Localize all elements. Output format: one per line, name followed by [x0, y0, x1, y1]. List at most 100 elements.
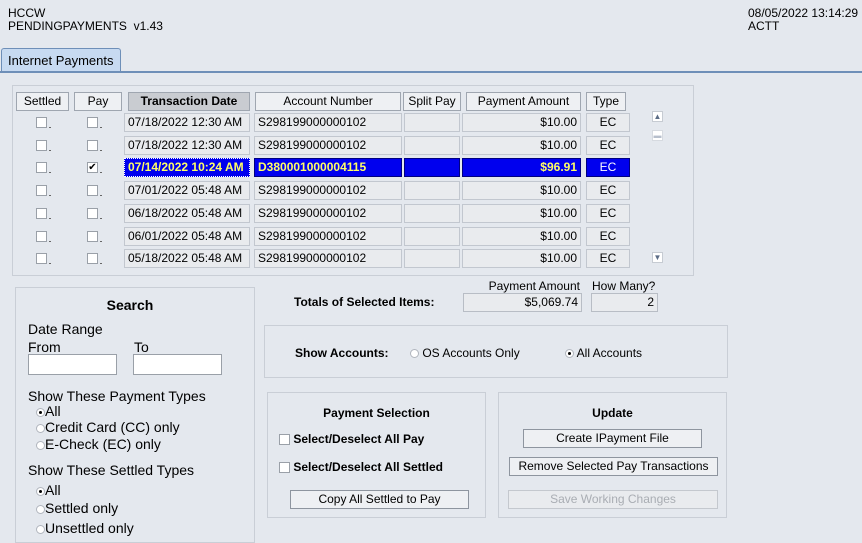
type-cell[interactable]: EC — [586, 113, 630, 132]
split-pay-cell[interactable] — [404, 204, 460, 223]
settled-checkbox[interactable] — [36, 185, 47, 196]
payment-amount-cell[interactable]: $10.00 — [462, 227, 581, 246]
table-row[interactable]: 07/18/2022 12:30 AM S298199000000102 $10.0… — [0, 136, 862, 157]
to-date-input[interactable] — [133, 354, 222, 375]
table-row[interactable]: 06/18/2022 05:48 AM S298199000000102 $10.0… — [0, 204, 862, 225]
payment-type-ec-option[interactable]: E-Check (EC) only — [36, 436, 161, 452]
table-row[interactable]: ✔ 07/14/2022 10:24 AM D380001000004115 $96.… — [0, 158, 862, 179]
column-header-settled[interactable]: Settled — [16, 92, 69, 111]
column-header-type[interactable]: Type — [586, 92, 626, 111]
column-header-payment-amount[interactable]: Payment Amount — [466, 92, 581, 111]
split-pay-cell[interactable] — [404, 113, 460, 132]
type-cell[interactable]: EC — [586, 136, 630, 155]
pay-checkbox[interactable] — [87, 231, 98, 242]
settled-checkbox[interactable] — [36, 231, 47, 242]
account-number-cell[interactable]: S298199000000102 — [254, 113, 402, 132]
transaction-date-cell[interactable]: 06/18/2022 05:48 AM — [124, 204, 250, 223]
all-accounts-option[interactable]: All Accounts — [565, 346, 642, 360]
transaction-date-cell[interactable]: 07/14/2022 10:24 AM — [124, 158, 250, 177]
account-number-cell[interactable]: S298199000000102 — [254, 204, 402, 223]
split-pay-cell[interactable] — [404, 227, 460, 246]
table-row[interactable]: 05/18/2022 05:48 AM S298199000000102 $10.0… — [0, 249, 862, 270]
table-row[interactable]: 07/18/2022 12:30 AM S298199000000102 $10.0… — [0, 113, 862, 134]
settled-checkbox[interactable] — [36, 117, 47, 128]
copy-settled-to-pay-button[interactable]: Copy All Settled to Pay — [290, 490, 469, 509]
select-all-pay-checkbox[interactable] — [279, 434, 290, 446]
transaction-date-cell[interactable]: 07/01/2022 05:48 AM — [124, 181, 250, 200]
transaction-date-cell[interactable]: 06/01/2022 05:48 AM — [124, 227, 250, 246]
checkbox-focus-mark — [100, 263, 102, 264]
settled-checkbox[interactable] — [36, 162, 47, 173]
payment-amount-cell[interactable]: $10.00 — [462, 204, 581, 223]
settled-checkbox[interactable] — [36, 253, 47, 264]
all-accounts-radio[interactable] — [565, 349, 574, 359]
account-number-cell[interactable]: S298199000000102 — [254, 249, 402, 268]
settled-type-unsettled-option[interactable]: Unsettled only — [36, 520, 134, 536]
totals-amount-value: $5,069.74 — [463, 293, 582, 312]
payment-amount-cell[interactable]: $10.00 — [462, 136, 581, 155]
payment-amount-cell[interactable]: $10.00 — [462, 181, 581, 200]
payment-amount-cell[interactable]: $10.00 — [462, 249, 581, 268]
transaction-date-cell[interactable]: 07/18/2022 12:30 AM — [124, 136, 250, 155]
from-date-input[interactable] — [28, 354, 117, 375]
account-number-cell[interactable]: S298199000000102 — [254, 227, 402, 246]
type-cell[interactable]: EC — [586, 227, 630, 246]
save-working-changes-button[interactable]: Save Working Changes — [508, 490, 718, 509]
payment-type-cc-radio[interactable] — [36, 423, 45, 433]
settled-type-all-radio[interactable] — [36, 486, 45, 496]
table-row[interactable]: 07/01/2022 05:48 AM S298199000000102 $10.0… — [0, 181, 862, 202]
os-accounts-option[interactable]: OS Accounts Only — [410, 346, 520, 360]
settled-type-all-option[interactable]: All — [36, 482, 61, 498]
payment-amount-cell[interactable]: $96.91 — [462, 158, 581, 177]
tab-internet-payments[interactable]: Internet Payments — [1, 48, 121, 72]
column-header-transaction-date[interactable]: Transaction Date — [128, 92, 250, 111]
split-pay-cell[interactable] — [404, 249, 460, 268]
account-number-cell[interactable]: D380001000004115 — [254, 158, 402, 177]
type-cell[interactable]: EC — [586, 181, 630, 200]
pay-checkbox[interactable] — [87, 253, 98, 264]
settled-checkbox[interactable] — [36, 140, 47, 151]
checkbox-focus-mark — [100, 218, 102, 219]
column-header-split-pay[interactable]: Split Pay — [403, 92, 461, 111]
split-pay-cell[interactable] — [404, 181, 460, 200]
type-cell[interactable]: EC — [586, 158, 630, 177]
os-accounts-radio[interactable] — [410, 349, 419, 359]
account-number-cell[interactable]: S298199000000102 — [254, 181, 402, 200]
payment-type-all-label: All — [45, 403, 61, 419]
select-all-settled-checkbox[interactable] — [279, 462, 290, 474]
payment-type-all-radio[interactable] — [36, 407, 45, 417]
payment-type-ec-radio[interactable] — [36, 440, 45, 450]
column-header-account-number[interactable]: Account Number — [255, 92, 401, 111]
pay-checkbox[interactable] — [87, 185, 98, 196]
column-header-pay[interactable]: Pay — [74, 92, 122, 111]
totals-label: Totals of Selected Items: — [294, 295, 435, 309]
type-cell[interactable]: EC — [586, 249, 630, 268]
payment-amount-cell[interactable]: $10.00 — [462, 113, 581, 132]
scroll-thumb-icon[interactable]: ▬ — [652, 130, 663, 141]
settled-type-unsettled-radio[interactable] — [36, 524, 45, 534]
pay-checkbox[interactable] — [87, 117, 98, 128]
account-number-cell[interactable]: S298199000000102 — [254, 136, 402, 155]
checkbox-focus-mark — [49, 195, 51, 196]
payment-type-cc-option[interactable]: Credit Card (CC) only — [36, 419, 180, 435]
remove-selected-pay-button[interactable]: Remove Selected Pay Transactions — [509, 457, 718, 476]
pay-checkbox[interactable] — [87, 140, 98, 151]
split-pay-cell[interactable] — [404, 158, 460, 177]
transaction-date-cell[interactable]: 07/18/2022 12:30 AM — [124, 113, 250, 132]
pay-checkbox[interactable] — [87, 208, 98, 219]
transaction-date-cell[interactable]: 05/18/2022 05:48 AM — [124, 249, 250, 268]
scroll-up-icon[interactable]: ▲ — [652, 111, 663, 122]
checkbox-focus-mark — [49, 150, 51, 151]
select-all-pay-option[interactable]: Select/Deselect All Pay — [279, 432, 424, 446]
scroll-down-icon[interactable]: ▼ — [652, 252, 663, 263]
settled-checkbox[interactable] — [36, 208, 47, 219]
type-cell[interactable]: EC — [586, 204, 630, 223]
select-all-settled-option[interactable]: Select/Deselect All Settled — [279, 460, 443, 474]
create-ipayment-file-button[interactable]: Create IPayment File — [523, 429, 702, 448]
split-pay-cell[interactable] — [404, 136, 460, 155]
settled-type-settled-option[interactable]: Settled only — [36, 500, 118, 516]
payment-type-all-option[interactable]: All — [36, 403, 61, 419]
table-row[interactable]: 06/01/2022 05:48 AM S298199000000102 $10.0… — [0, 227, 862, 248]
settled-type-settled-radio[interactable] — [36, 504, 45, 514]
pay-checkbox[interactable]: ✔ — [87, 162, 98, 173]
